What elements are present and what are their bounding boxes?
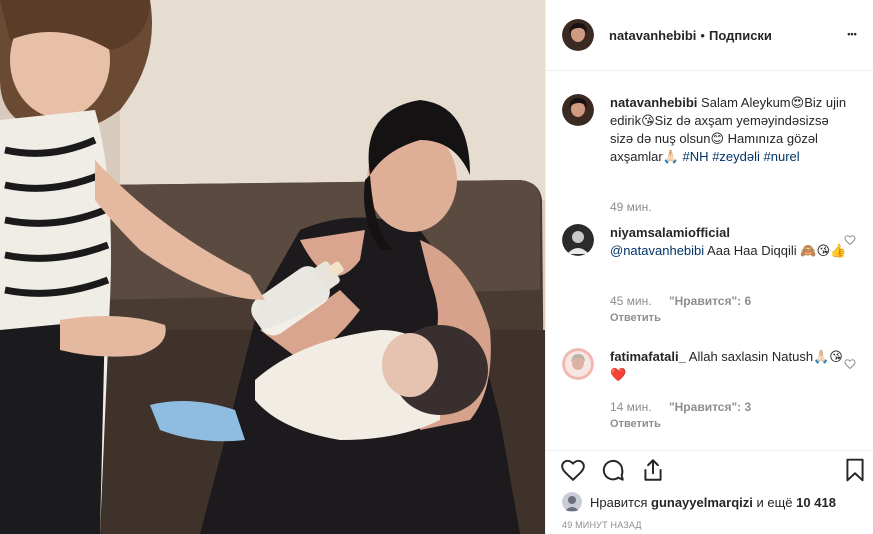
caption-avatar[interactable] — [562, 94, 594, 126]
more-label: ••• — [847, 29, 857, 39]
liked-by: Нравится gunayyelmarqizi и ещё 10 418 — [562, 492, 836, 512]
comment-mention[interactable]: @natavanhebibi — [610, 243, 704, 258]
comment-meta: 45 мин. "Нравится": 6 — [610, 294, 751, 308]
header-separator: • — [700, 27, 705, 43]
heart-icon[interactable] — [560, 457, 586, 483]
author-username[interactable]: natavanhebibi — [609, 28, 696, 43]
comment-likes[interactable]: "Нравится": 3 — [669, 400, 751, 414]
caption-username[interactable]: natavanhebibi — [610, 95, 697, 110]
comment-time[interactable]: 45 мин. — [610, 294, 652, 308]
comment-like-heart-icon[interactable] — [844, 358, 856, 370]
liked-suffix: и ещё — [756, 494, 793, 510]
comment-time[interactable]: 14 мин. — [610, 400, 652, 414]
hashtag-nh[interactable]: #NH — [683, 149, 709, 164]
liked-prefix: Нравится — [590, 494, 648, 510]
comment-text: niyamsalamiofficial @natavanhebibi Aaa H… — [610, 224, 850, 260]
caption-time-text[interactable]: 49 мин. — [610, 200, 652, 214]
hashtag-zeydeli[interactable]: #zeydəli — [712, 149, 760, 164]
reply-button[interactable]: Ответить — [610, 312, 661, 324]
reply-button[interactable]: Ответить — [610, 418, 661, 430]
post-header: natavanhebibi • Подписки ••• — [546, 0, 873, 71]
commenter-avatar[interactable] — [562, 224, 594, 256]
photo-image — [0, 0, 545, 534]
comment-text: fatimafatali_ Allah saxlasin Natush🙏🏻😘❤️ — [610, 348, 850, 384]
commenter-avatar[interactable] — [562, 348, 594, 380]
caption-time: 49 мин. — [610, 200, 652, 214]
post-sidebar: natavanhebibi • Подписки ••• natavanhebi… — [545, 0, 873, 534]
likes-count[interactable]: 10 418 — [796, 495, 836, 510]
following-button[interactable]: Подписки — [709, 28, 772, 43]
bookmark-icon[interactable] — [842, 457, 868, 483]
comment-like-heart-icon[interactable] — [844, 234, 856, 246]
author-avatar[interactable] — [562, 19, 594, 51]
comment-message: Aaa Haa Diqqili 🙈😘👍 — [704, 243, 847, 258]
caption-text: natavanhebibi Salam Aleykum😍Biz ujin edi… — [610, 94, 850, 166]
comment-meta: 14 мин. "Нравится": 3 — [610, 400, 751, 414]
share-icon[interactable] — [640, 457, 666, 483]
more-horizontal-icon[interactable]: ••• — [842, 24, 862, 44]
liker-username[interactable]: gunayyelmarqizi — [651, 495, 753, 510]
liker-avatar[interactable] — [562, 492, 582, 512]
hashtag-nurel[interactable]: #nurel — [764, 149, 800, 164]
comment-username[interactable]: fatimafatali_ — [610, 349, 686, 364]
comment-icon[interactable] — [600, 457, 626, 483]
comments-list[interactable]: natavanhebibi Salam Aleykum😍Biz ujin edi… — [546, 72, 873, 450]
comment-username[interactable]: niyamsalamiofficial — [610, 225, 730, 240]
post-photo[interactable] — [0, 0, 545, 534]
action-bar — [546, 450, 873, 490]
comment-likes[interactable]: "Нравится": 6 — [669, 294, 751, 308]
post-timestamp[interactable]: 49 МИНУТ НАЗАД — [562, 520, 642, 530]
